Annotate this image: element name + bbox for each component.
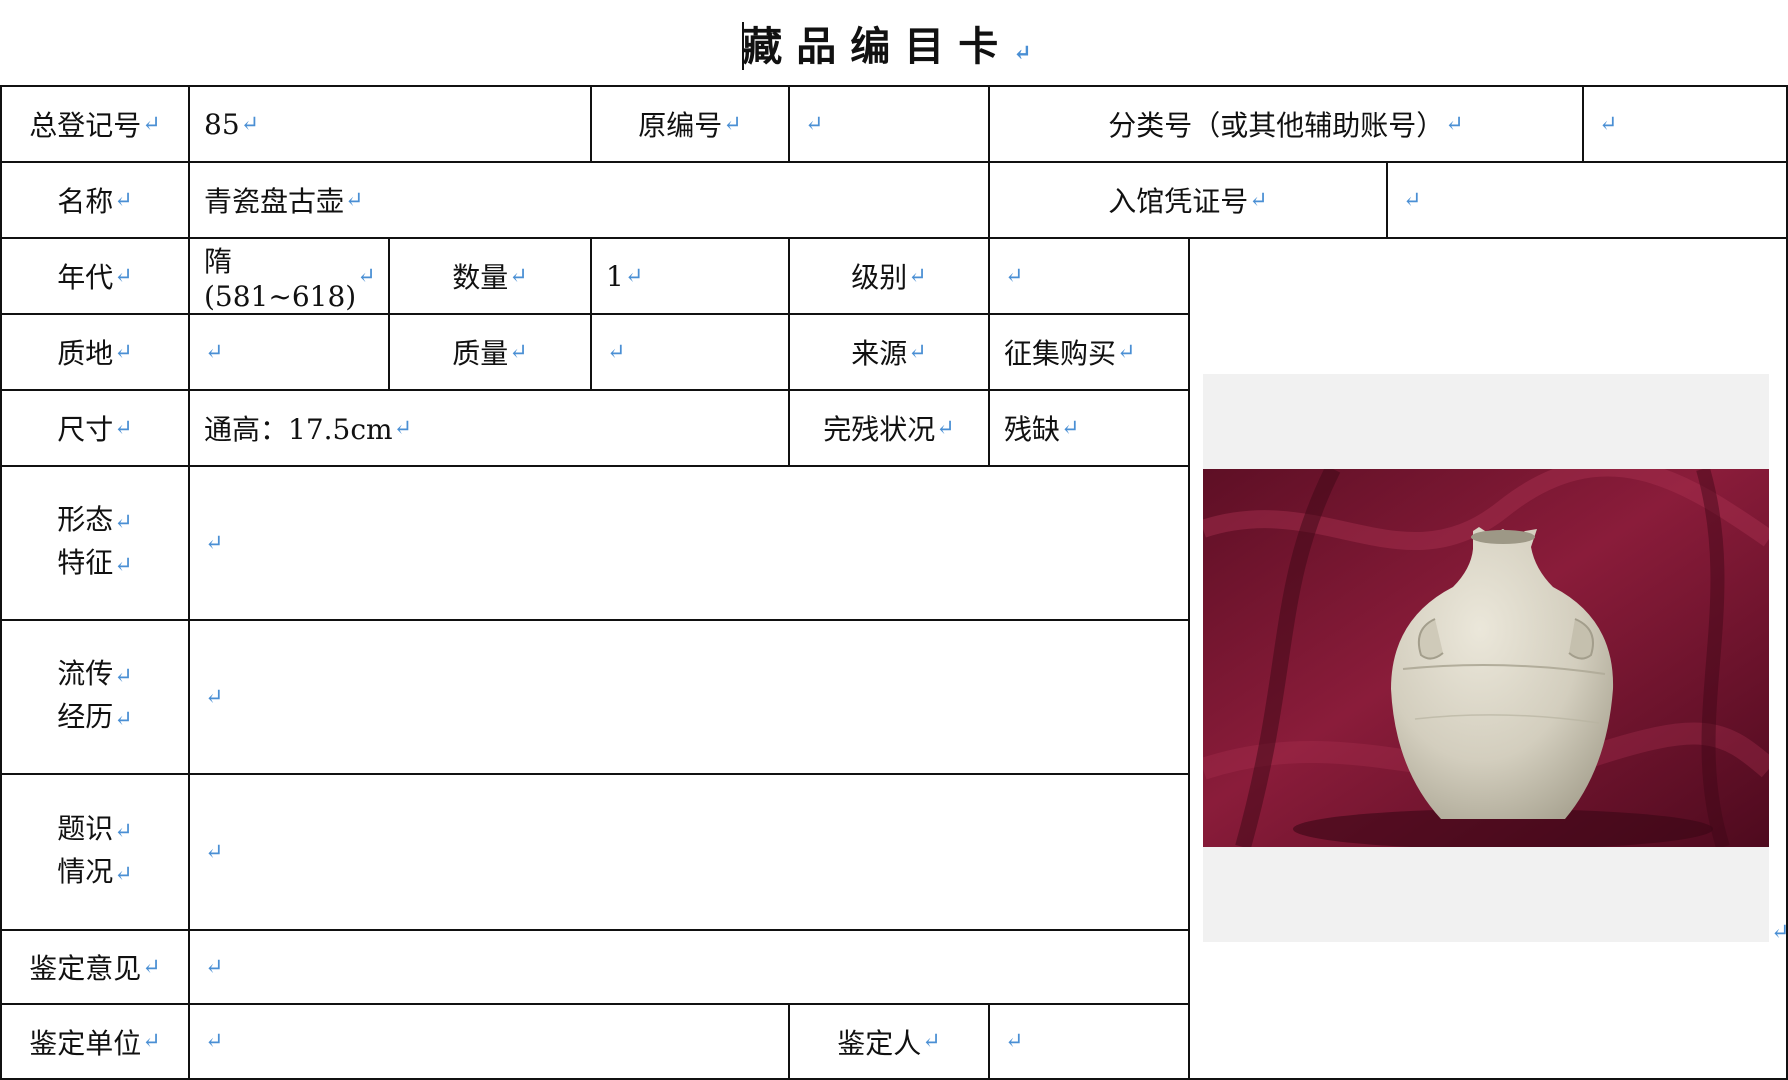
card-title: 藏品编目卡↵: [0, 14, 1788, 72]
return-mark-icon: ↵: [114, 819, 133, 844]
return-mark-icon: ↵: [114, 707, 133, 732]
return-mark-icon: ↵: [205, 954, 224, 980]
inscription-field[interactable]: ↵: [188, 773, 1188, 929]
return-mark-icon: ↵: [205, 339, 224, 365]
return-mark-icon: ↵: [142, 111, 161, 137]
original-no-label: 原编号 ↵: [590, 85, 788, 161]
size-field[interactable]: 通高：17.5cm ↵: [188, 389, 788, 465]
return-mark-icon: ↵: [357, 263, 376, 289]
condition-field[interactable]: 残缺 ↵: [988, 389, 1188, 465]
return-mark-icon: ↵: [607, 339, 626, 365]
artifact-photo: [1203, 374, 1769, 942]
return-mark-icon: ↵: [1599, 111, 1618, 137]
unit-label: 鉴定单位 ↵: [0, 1003, 188, 1080]
era-field[interactable]: 隋(581~618) ↵: [188, 237, 388, 313]
return-mark-icon: ↵: [393, 415, 413, 441]
return-mark-icon: ↵: [1771, 920, 1788, 945]
appraiser-label: 鉴定人 ↵: [788, 1003, 988, 1080]
return-mark-icon: ↵: [142, 954, 161, 980]
return-mark-icon: ↵: [114, 862, 133, 887]
return-mark-icon: ↵: [205, 839, 224, 865]
return-mark-icon: ↵: [1013, 40, 1046, 66]
return-mark-icon: ↵: [142, 1029, 161, 1054]
return-mark-icon: ↵: [205, 684, 224, 710]
appraiser-field[interactable]: ↵: [988, 1003, 1188, 1080]
class-no-field[interactable]: ↵: [1582, 85, 1788, 161]
card-title-text: 藏品编目卡: [742, 23, 1013, 70]
source-field[interactable]: 征集购买 ↵: [988, 313, 1188, 389]
opinion-label: 鉴定意见 ↵: [0, 929, 188, 1003]
return-mark-icon: ↵: [114, 553, 133, 578]
form-label: 形态↵ 特征↵: [0, 465, 188, 619]
return-mark-icon: ↵: [345, 187, 364, 213]
total-reg-no-label: 总登记号 ↵: [0, 85, 188, 161]
return-mark-icon: ↵: [240, 111, 260, 137]
return-mark-icon: ↵: [1403, 187, 1422, 213]
mass-field[interactable]: ↵: [590, 313, 788, 389]
return-mark-icon: ↵: [114, 263, 133, 289]
return-mark-icon: ↵: [1061, 415, 1080, 441]
name-field[interactable]: 青瓷盘古壶 ↵: [188, 161, 988, 237]
total-reg-no-field[interactable]: 85 ↵: [188, 85, 590, 161]
return-mark-icon: ↵: [908, 263, 927, 289]
history-field[interactable]: ↵: [188, 619, 1188, 773]
return-mark-icon: ↵: [114, 664, 133, 689]
class-no-label: 分类号（或其他辅助账号） ↵: [988, 85, 1582, 161]
form-field[interactable]: ↵: [188, 465, 1188, 619]
unit-field[interactable]: ↵: [188, 1003, 788, 1080]
entry-voucher-field[interactable]: ↵: [1386, 161, 1788, 237]
jar-photo-image: [1203, 469, 1769, 847]
return-mark-icon: ↵: [624, 263, 644, 289]
source-label: 来源 ↵: [788, 313, 988, 389]
return-mark-icon: ↵: [805, 111, 824, 137]
quantity-field[interactable]: 1 ↵: [590, 237, 788, 313]
texture-label: 质地 ↵: [0, 313, 188, 389]
return-mark-icon: ↵: [509, 263, 528, 289]
size-label: 尺寸 ↵: [0, 389, 188, 465]
history-label: 流传↵ 经历↵: [0, 619, 188, 773]
return-mark-icon: ↵: [114, 510, 133, 535]
return-mark-icon: ↵: [1117, 339, 1136, 365]
grade-field[interactable]: ↵: [988, 237, 1188, 313]
grade-label: 级别 ↵: [788, 237, 988, 313]
original-no-field[interactable]: ↵: [788, 85, 988, 161]
return-mark-icon: ↵: [114, 415, 133, 441]
return-mark-icon: ↵: [1445, 111, 1464, 137]
return-mark-icon: ↵: [205, 530, 224, 556]
return-mark-icon: ↵: [1005, 1029, 1024, 1054]
return-mark-icon: ↵: [1005, 263, 1024, 289]
entry-voucher-label: 入馆凭证号 ↵: [988, 161, 1386, 237]
return-mark-icon: ↵: [723, 111, 742, 137]
return-mark-icon: ↵: [114, 187, 133, 213]
quantity-label: 数量 ↵: [388, 237, 590, 313]
return-mark-icon: ↵: [509, 339, 528, 365]
return-mark-icon: ↵: [908, 339, 927, 365]
return-mark-icon: ↵: [205, 1029, 224, 1054]
texture-field[interactable]: ↵: [188, 313, 388, 389]
mass-label: 质量 ↵: [388, 313, 590, 389]
name-label: 名称 ↵: [0, 161, 188, 237]
opinion-field[interactable]: ↵: [188, 929, 1188, 1003]
return-mark-icon: ↵: [936, 415, 955, 441]
return-mark-icon: ↵: [1249, 187, 1268, 213]
era-label: 年代 ↵: [0, 237, 188, 313]
inscription-label: 题识↵ 情况↵: [0, 773, 188, 929]
return-mark-icon: ↵: [922, 1029, 941, 1054]
condition-label: 完残状况 ↵: [788, 389, 988, 465]
return-mark-icon: ↵: [114, 339, 133, 365]
